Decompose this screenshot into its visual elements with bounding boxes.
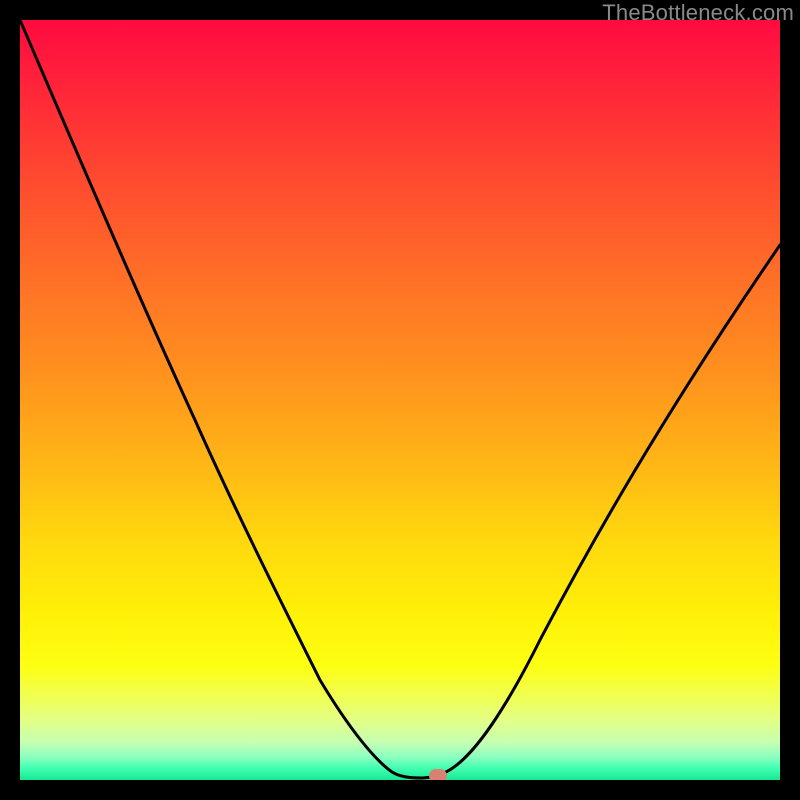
- optimum-marker: [429, 769, 447, 780]
- bottleneck-curve: [20, 20, 780, 780]
- chart-frame: TheBottleneck.com: [0, 0, 800, 800]
- curve-path: [20, 20, 780, 778]
- plot-area: [20, 20, 780, 780]
